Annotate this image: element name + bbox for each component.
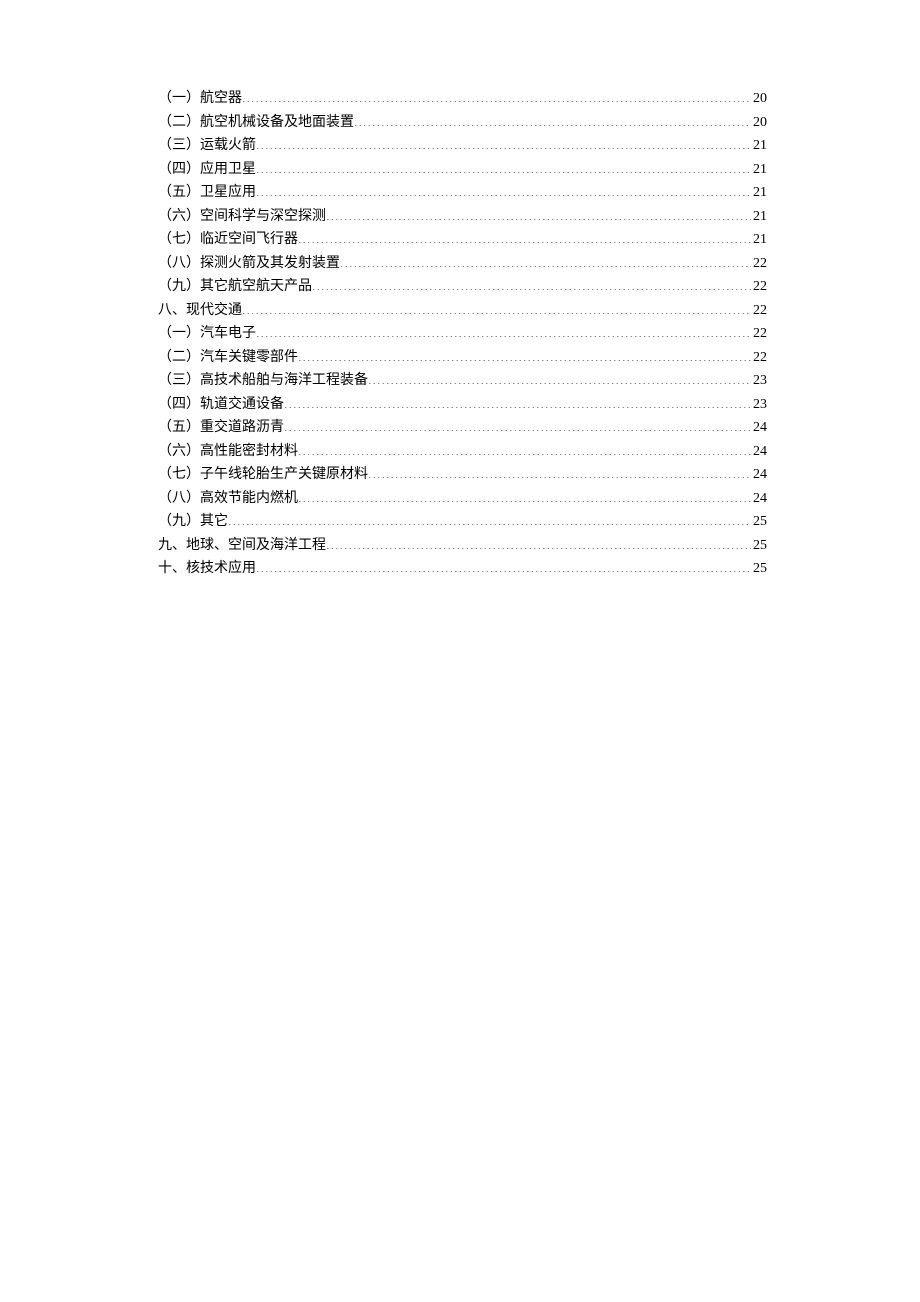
toc-entry-page: 21 <box>751 134 767 158</box>
toc-entry-page: 20 <box>751 87 767 111</box>
toc-entry-page: 24 <box>751 487 767 511</box>
toc-entry-page: 22 <box>751 322 767 346</box>
toc-entry-label: 十、核技术应用 <box>158 557 256 581</box>
toc-entry-label: （六）高性能密封材料 <box>158 440 298 464</box>
toc-dots <box>326 206 751 220</box>
toc-entry-page: 23 <box>751 393 767 417</box>
toc-entry-label: （四）轨道交通设备 <box>158 393 284 417</box>
toc-entry: （三）高技术船舶与海洋工程装备 23 <box>158 369 767 393</box>
toc-entry-label: （九）其它 <box>158 510 228 534</box>
toc-dots <box>312 276 751 290</box>
toc-entry: （六）高性能密封材料 24 <box>158 440 767 464</box>
toc-entry-label: 九、地球、空间及海洋工程 <box>158 534 326 558</box>
toc-entry: 八、现代交通 22 <box>158 299 767 323</box>
toc-entry-page: 24 <box>751 440 767 464</box>
toc-entry-label: （七）临近空间飞行器 <box>158 228 298 252</box>
toc-entry-page: 22 <box>751 275 767 299</box>
toc-dots <box>228 511 751 525</box>
toc-entry-label: （七）子午线轮胎生产关键原材料 <box>158 463 368 487</box>
toc-dots <box>284 417 751 431</box>
toc-entry: （七）子午线轮胎生产关键原材料 24 <box>158 463 767 487</box>
toc-entry-label: （五）重交道路沥青 <box>158 416 284 440</box>
toc-entry-page: 25 <box>751 510 767 534</box>
toc-entry: （二）汽车关键零部件 22 <box>158 346 767 370</box>
toc-dots <box>368 464 751 478</box>
toc-entry: （六）空间科学与深空探测 21 <box>158 205 767 229</box>
toc-entry: （四）轨道交通设备 23 <box>158 393 767 417</box>
toc-dots <box>354 112 751 126</box>
toc-entry-label: （八）探测火箭及其发射装置 <box>158 252 340 276</box>
toc-dots <box>256 135 751 149</box>
toc-entry-label: （四）应用卫星 <box>158 158 256 182</box>
toc-entry-label: （八）高效节能内燃机 <box>158 487 298 511</box>
toc-dots <box>298 441 751 455</box>
toc-dots <box>298 229 751 243</box>
toc-entry-page: 25 <box>751 534 767 558</box>
toc-entry-page: 22 <box>751 346 767 370</box>
toc-entry-label: 八、现代交通 <box>158 299 242 323</box>
toc-entry: （一）航空器 20 <box>158 87 767 111</box>
toc-entry: （八）高效节能内燃机 24 <box>158 487 767 511</box>
toc-entry-page: 21 <box>751 181 767 205</box>
toc-entry-label: （二）航空机械设备及地面装置 <box>158 111 354 135</box>
toc-entry-label: （三）高技术船舶与海洋工程装备 <box>158 369 368 393</box>
toc-entry-page: 20 <box>751 111 767 135</box>
toc-entry-label: （一）航空器 <box>158 87 242 111</box>
toc-entry: 九、地球、空间及海洋工程 25 <box>158 534 767 558</box>
toc-entry: （九）其它 25 <box>158 510 767 534</box>
toc-entry-page: 24 <box>751 463 767 487</box>
toc-entry-label: （九）其它航空航天产品 <box>158 275 312 299</box>
toc-dots <box>298 488 751 502</box>
toc-dots <box>256 323 751 337</box>
toc-entry-page: 21 <box>751 158 767 182</box>
toc-entry-page: 22 <box>751 252 767 276</box>
toc-entry-label: （一）汽车电子 <box>158 322 256 346</box>
table-of-contents: （一）航空器 20 （二）航空机械设备及地面装置 20 （三）运载火箭 21 （… <box>158 87 767 581</box>
toc-entry: （七）临近空间飞行器 21 <box>158 228 767 252</box>
toc-dots <box>368 370 751 384</box>
toc-entry-page: 23 <box>751 369 767 393</box>
toc-entry-page: 22 <box>751 299 767 323</box>
toc-entry: （一）汽车电子 22 <box>158 322 767 346</box>
toc-dots <box>242 88 751 102</box>
toc-entry-label: （五）卫星应用 <box>158 181 256 205</box>
toc-entry: （八）探测火箭及其发射装置 22 <box>158 252 767 276</box>
toc-entry-label: （六）空间科学与深空探测 <box>158 205 326 229</box>
toc-dots <box>298 347 751 361</box>
toc-dots <box>256 182 751 196</box>
toc-entry-label: （三）运载火箭 <box>158 134 256 158</box>
toc-entry-page: 21 <box>751 228 767 252</box>
toc-entry-page: 25 <box>751 557 767 581</box>
toc-entry-label: （二）汽车关键零部件 <box>158 346 298 370</box>
toc-entry-page: 21 <box>751 205 767 229</box>
toc-dots <box>284 394 751 408</box>
toc-entry: （五）卫星应用 21 <box>158 181 767 205</box>
toc-entry-page: 24 <box>751 416 767 440</box>
toc-dots <box>242 300 751 314</box>
toc-dots <box>256 558 751 572</box>
toc-entry: （九）其它航空航天产品 22 <box>158 275 767 299</box>
toc-entry: （五）重交道路沥青 24 <box>158 416 767 440</box>
toc-dots <box>326 535 751 549</box>
toc-dots <box>340 253 751 267</box>
toc-entry: （四）应用卫星 21 <box>158 158 767 182</box>
toc-entry: （三）运载火箭 21 <box>158 134 767 158</box>
toc-entry: （二）航空机械设备及地面装置 20 <box>158 111 767 135</box>
toc-entry: 十、核技术应用 25 <box>158 557 767 581</box>
toc-dots <box>256 159 751 173</box>
